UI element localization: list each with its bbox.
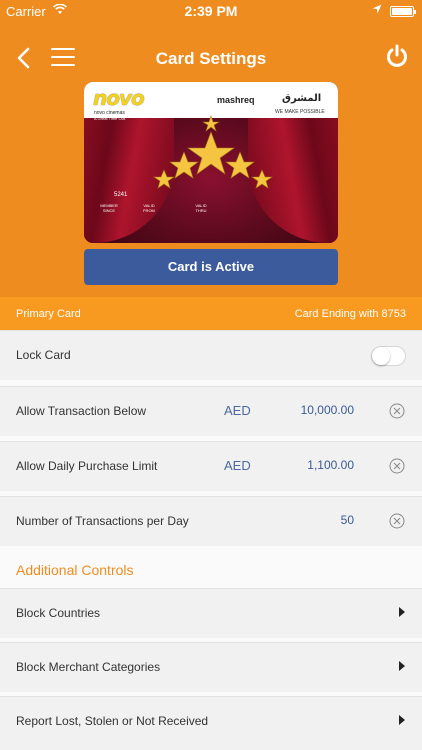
toggle-knob bbox=[372, 347, 390, 365]
status-bar: Carrier 2:39 PM bbox=[0, 0, 422, 22]
block-merchant-categories-row[interactable]: Block Merchant Categories bbox=[0, 642, 422, 692]
battery-icon bbox=[390, 6, 416, 17]
transaction-below-amount[interactable]: 10,000.00 bbox=[301, 403, 354, 417]
clear-icon[interactable] bbox=[389, 403, 405, 419]
header: Card Settings novo novo cinemas A Great … bbox=[0, 22, 422, 297]
bank-logo: mashreq bbox=[217, 95, 255, 105]
battery-fill bbox=[392, 8, 412, 15]
clear-icon[interactable] bbox=[389, 458, 405, 474]
transactions-per-day-label: Number of Transactions per Day bbox=[16, 514, 189, 528]
daily-limit-currency: AED bbox=[224, 458, 251, 473]
block-countries-label: Block Countries bbox=[16, 606, 101, 620]
card-info-bar: Primary Card Card Ending with 8753 bbox=[0, 297, 422, 330]
lock-card-toggle[interactable] bbox=[371, 346, 406, 366]
chevron-right-icon bbox=[399, 661, 405, 671]
lock-card-row: Lock Card bbox=[0, 330, 422, 380]
novo-logo: novo bbox=[93, 86, 145, 110]
transaction-below-currency: AED bbox=[224, 403, 251, 418]
card-number-fragment: 5241 bbox=[114, 192, 128, 198]
block-countries-row[interactable]: Block Countries bbox=[0, 588, 422, 638]
daily-limit-label: Allow Daily Purchase Limit bbox=[16, 459, 158, 473]
member-since-label: MEMBER SINCE bbox=[100, 203, 118, 213]
transaction-below-row[interactable]: Allow Transaction Below AED 10,000.00 bbox=[0, 386, 422, 436]
card-status-button[interactable]: Card is Active bbox=[84, 249, 338, 285]
report-lost-row[interactable]: Report Lost, Stolen or Not Received bbox=[0, 696, 422, 750]
transactions-per-day-row[interactable]: Number of Transactions per Day 50 bbox=[0, 496, 422, 546]
chevron-right-icon bbox=[399, 715, 405, 725]
status-time: 2:39 PM bbox=[184, 3, 238, 19]
power-icon[interactable] bbox=[385, 44, 409, 68]
transactions-per-day-amount[interactable]: 50 bbox=[341, 513, 354, 527]
section-title-additional-controls: Additional Controls bbox=[16, 562, 134, 578]
location-arrow-icon bbox=[372, 4, 382, 14]
report-lost-label: Report Lost, Stolen or Not Received bbox=[16, 714, 209, 728]
primary-card-label: Primary Card bbox=[16, 308, 81, 320]
daily-limit-amount[interactable]: 1,100.00 bbox=[307, 458, 354, 472]
transaction-below-label: Allow Transaction Below bbox=[16, 404, 147, 418]
lock-card-label: Lock Card bbox=[16, 348, 71, 362]
block-merchant-categories-label: Block Merchant Categories bbox=[16, 660, 161, 674]
chevron-right-icon bbox=[399, 607, 405, 617]
card-image: novo novo cinemas A Great Time Out. mash… bbox=[84, 82, 338, 243]
card-ending-label: Card Ending with 8753 bbox=[294, 308, 406, 320]
valid-thru-label: VALID THRU bbox=[195, 203, 207, 213]
page-title: Card Settings bbox=[155, 49, 267, 68]
valid-from-label: VALID FROM bbox=[143, 203, 155, 213]
daily-limit-row[interactable]: Allow Daily Purchase Limit AED 1,100.00 bbox=[0, 441, 422, 491]
bank-logo-arabic: المشرق bbox=[282, 93, 322, 104]
clear-icon[interactable] bbox=[389, 513, 405, 529]
